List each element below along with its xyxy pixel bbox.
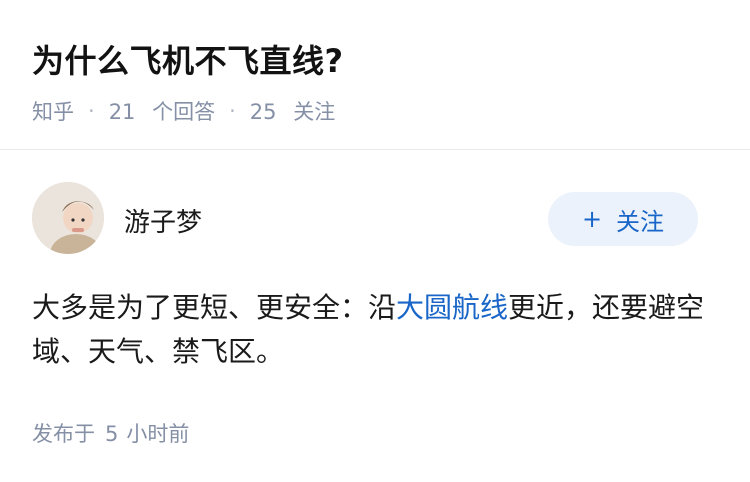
followers-count[interactable]: 25 关注 <box>250 96 335 126</box>
plus-icon: + <box>581 205 603 233</box>
avatar[interactable] <box>32 182 104 254</box>
dot-separator: · <box>229 99 236 123</box>
followers-count-number: 25 <box>249 100 277 124</box>
source-label[interactable]: 知乎 <box>32 96 74 126</box>
avatar-image <box>32 182 104 254</box>
dot-separator: · <box>88 99 95 123</box>
question-title[interactable]: 为什么飞机不飞直线? <box>32 36 344 82</box>
follow-button[interactable]: + 关注 <box>548 192 698 246</box>
published-prefix: 发布于 <box>32 422 95 446</box>
author-name[interactable]: 游子梦 <box>124 202 202 239</box>
answer-card: 游子梦 + 关注 大多是为了更短、更安全：沿大圆航线更近，还要避空域、天气、禁飞… <box>0 150 750 482</box>
question-header: 为什么飞机不飞直线? 知乎 · 21 个回答 · 25 关注 <box>0 0 750 150</box>
published-suffix: 小时前 <box>126 422 190 446</box>
published-time: 发布于 5 小时前 <box>32 418 189 448</box>
followers-count-label: 关注 <box>293 100 336 124</box>
published-number: 5 <box>105 422 119 446</box>
answers-count[interactable]: 21 个回答 <box>109 96 215 126</box>
question-meta: 知乎 · 21 个回答 · 25 关注 <box>32 96 335 126</box>
answers-count-label: 个回答 <box>152 100 216 124</box>
answer-content: 大多是为了更短、更安全：沿大圆航线更近，还要避空域、天气、禁飞区。 <box>32 286 722 374</box>
answers-count-number: 21 <box>108 100 136 124</box>
answer-text-before: 大多是为了更短、更安全：沿 <box>32 291 397 324</box>
great-circle-link[interactable]: 大圆航线 <box>396 291 508 324</box>
follow-button-label: 关注 <box>616 207 665 236</box>
